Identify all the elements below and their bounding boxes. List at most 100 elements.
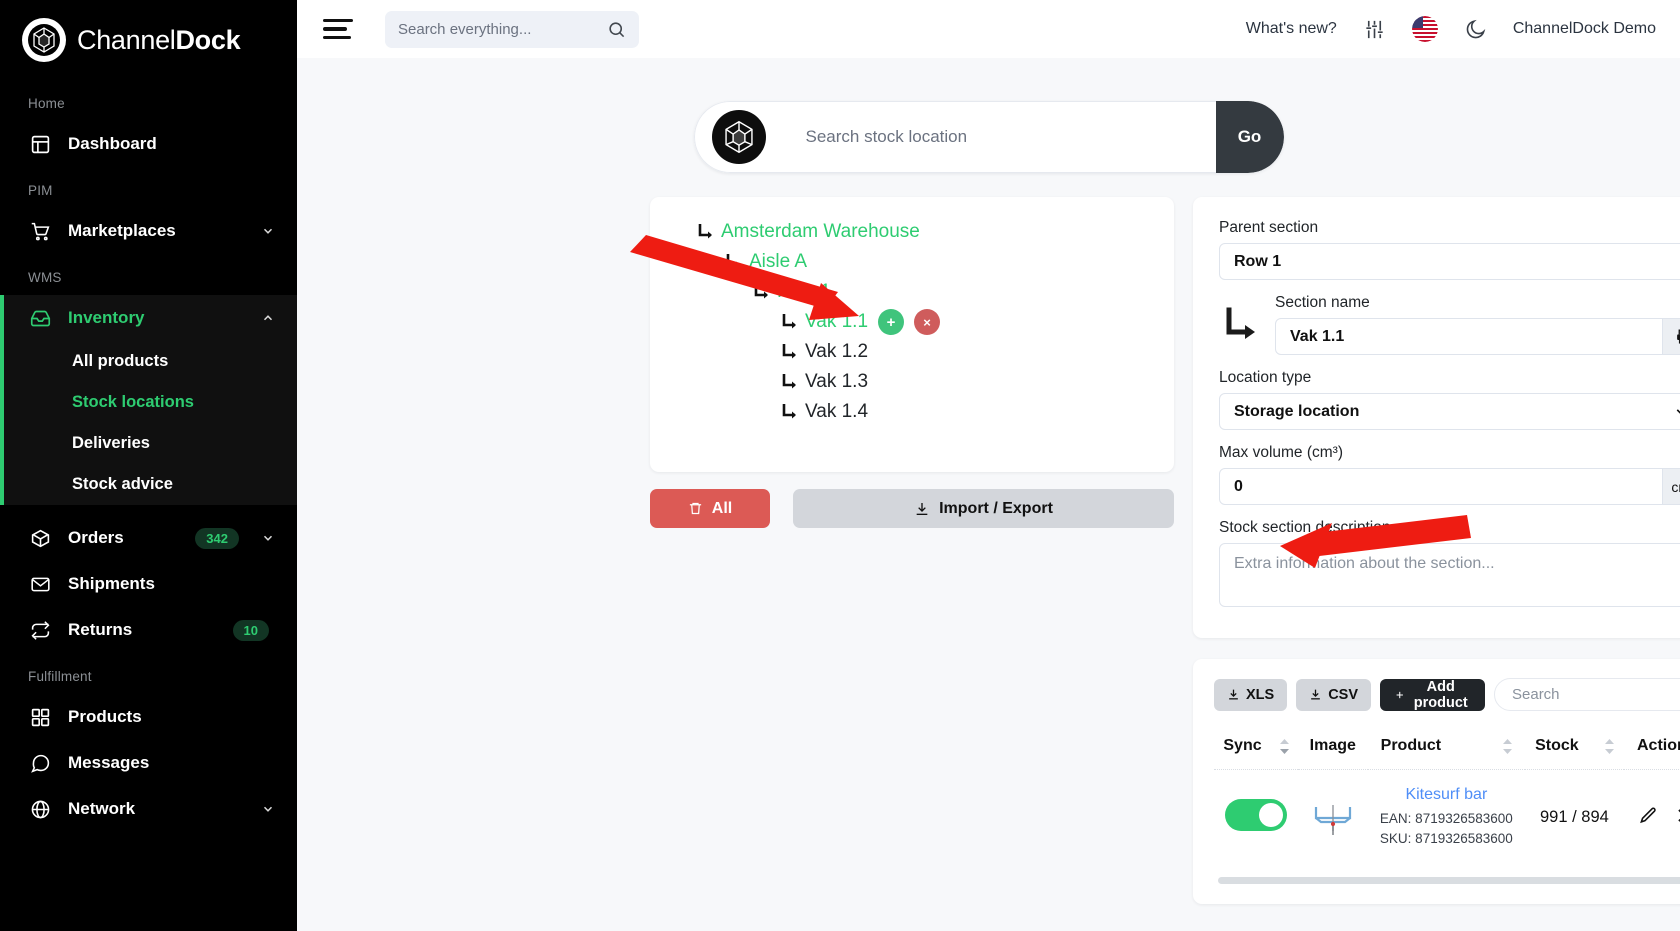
- sliders-icon[interactable]: [1363, 18, 1386, 41]
- tree-node-label[interactable]: Aisle A: [749, 247, 807, 277]
- printer-icon: [1676, 329, 1680, 344]
- add-product-button[interactable]: Add product: [1380, 678, 1485, 711]
- tree-node-label[interactable]: Amsterdam Warehouse: [721, 217, 920, 247]
- max-volume-unit: cm³: [1662, 468, 1680, 505]
- export-xls-label: XLS: [1246, 686, 1275, 703]
- tree-node-vak-1-3[interactable]: Vak 1.3: [672, 367, 1152, 397]
- tree-node-row[interactable]: Row 1: [672, 277, 1152, 307]
- delete-location-button[interactable]: ×: [914, 309, 941, 335]
- column-image-label: Image: [1309, 737, 1356, 754]
- language-flag-icon[interactable]: [1411, 16, 1438, 42]
- stock-search-logo: [693, 101, 784, 173]
- remove-close-icon[interactable]: [1675, 806, 1680, 825]
- delete-all-button[interactable]: All: [650, 489, 770, 528]
- products-search-input[interactable]: [1494, 678, 1680, 711]
- tree-node-label[interactable]: Vak 1.1: [805, 307, 868, 337]
- import-export-label: Import / Export: [939, 499, 1053, 517]
- inbox-icon: [28, 306, 52, 330]
- account-menu[interactable]: ChannelDock Demo: [1513, 20, 1656, 38]
- description-textarea[interactable]: [1219, 543, 1680, 607]
- sidebar-item-orders[interactable]: Orders 342: [0, 515, 297, 561]
- logo-glyph-icon: [28, 24, 60, 56]
- chat-icon: [28, 751, 52, 775]
- sync-toggle[interactable]: [1225, 799, 1287, 831]
- cart-icon: [28, 219, 52, 243]
- product-name-link[interactable]: Kitesurf bar: [1374, 786, 1520, 804]
- channeldock-mark-icon: [712, 110, 766, 164]
- topbar: What's new? ChannelDock Demo: [297, 0, 1680, 58]
- delete-all-label: All: [711, 499, 733, 517]
- sidebar-item-dashboard[interactable]: Dashboard: [0, 121, 297, 167]
- tree-node-label[interactable]: Vak 1.2: [805, 337, 868, 367]
- global-search[interactable]: [385, 10, 639, 48]
- topbar-actions: What's new? ChannelDock Demo: [1246, 16, 1656, 42]
- column-actions: Actions: [1623, 729, 1680, 770]
- go-button[interactable]: Go: [1215, 101, 1284, 173]
- sidebar-item-all-products[interactable]: All products: [4, 341, 297, 382]
- tree-node-vak-1-4[interactable]: Vak 1.4: [672, 397, 1152, 427]
- tree-node-vak-1-1[interactable]: Vak 1.1 + ×: [672, 307, 1152, 337]
- location-type-label: Location type: [1219, 369, 1312, 386]
- right-column: Parent section Section name: [1193, 197, 1680, 904]
- chevron-down-icon: [263, 535, 273, 541]
- sidebar-item-stock-locations[interactable]: Stock locations: [4, 382, 297, 423]
- sidebar-item-products[interactable]: Products: [0, 694, 297, 740]
- export-csv-button[interactable]: CSV: [1296, 678, 1372, 711]
- tree-node-label[interactable]: Vak 1.3: [805, 367, 868, 397]
- tree-node-label[interactable]: Row 1: [777, 277, 831, 307]
- export-xls-button[interactable]: XLS: [1214, 678, 1288, 711]
- tree-node-warehouse[interactable]: Amsterdam Warehouse: [672, 217, 1152, 247]
- whats-new-link[interactable]: What's new?: [1246, 20, 1337, 38]
- brand-logo[interactable]: ChannelDock: [0, 0, 297, 80]
- table-horizontal-scrollbar[interactable]: [1218, 877, 1680, 884]
- column-sync[interactable]: Sync: [1214, 729, 1298, 770]
- dark-mode-moon-icon[interactable]: [1464, 18, 1487, 41]
- parent-section-field: Parent section: [1219, 219, 1680, 280]
- sidebar-item-shipments[interactable]: Shipments: [0, 561, 297, 607]
- cell-stock: 991 / 894: [1525, 770, 1624, 866]
- max-volume-label: Max volume (cm³): [1219, 444, 1344, 461]
- dashboard-icon: [28, 132, 52, 156]
- section-name-label: Section name: [1275, 294, 1370, 311]
- sidebar-item-label: Products: [68, 707, 142, 726]
- tree-node-vak-1-2[interactable]: Vak 1.2: [672, 337, 1152, 367]
- location-type-select[interactable]: [1219, 393, 1680, 430]
- print-label-button[interactable]: [1663, 318, 1680, 355]
- search-input[interactable]: [398, 20, 607, 38]
- sidebar-item-stock-advice[interactable]: Stock advice: [4, 464, 297, 505]
- returns-icon: [28, 618, 52, 642]
- tree-node-aisle[interactable]: Aisle A: [672, 247, 1152, 277]
- orders-badge: 342: [195, 527, 239, 549]
- sidebar-item-network[interactable]: Network: [0, 786, 297, 832]
- table-row: Kitesurf bar EAN: 8719326583600 SKU: 871…: [1214, 770, 1680, 866]
- stock-location-search-input[interactable]: [783, 101, 1216, 173]
- search-icon: [609, 21, 625, 37]
- column-stock[interactable]: Stock: [1525, 729, 1624, 770]
- chevron-down-icon: [263, 806, 273, 812]
- content-columns: Amsterdam Warehouse Aisle A Row 1 Vak 1.…: [297, 173, 1680, 904]
- sidebar-item-deliveries[interactable]: Deliveries: [4, 423, 297, 464]
- sidebar-item-marketplaces[interactable]: Marketplaces: [0, 208, 297, 254]
- max-volume-input[interactable]: [1219, 468, 1663, 505]
- column-product[interactable]: Product: [1367, 729, 1526, 770]
- edit-pencil-icon[interactable]: [1639, 806, 1658, 825]
- menu-toggle-icon[interactable]: [323, 18, 353, 40]
- import-export-button[interactable]: Import / Export: [793, 489, 1174, 528]
- cell-actions: [1624, 770, 1680, 866]
- parent-section-input[interactable]: [1219, 243, 1680, 280]
- sidebar-group-home: Home: [28, 96, 65, 111]
- sidebar-group-fulfillment: Fulfillment: [28, 669, 92, 684]
- cell-sync: [1214, 770, 1298, 866]
- add-sublocation-button[interactable]: +: [878, 309, 905, 335]
- sidebar-item-returns[interactable]: Returns 10: [0, 607, 297, 653]
- channeldock-logo-icon: [22, 18, 66, 62]
- sidebar-group-wms: WMS: [28, 270, 62, 285]
- stock-value: 991 / 894: [1539, 808, 1609, 826]
- globe-icon: [28, 797, 52, 821]
- cell-product: Kitesurf bar EAN: 8719326583600 SKU: 871…: [1368, 770, 1526, 866]
- sidebar-item-messages[interactable]: Messages: [0, 740, 297, 786]
- section-name-input[interactable]: [1275, 318, 1664, 355]
- tree-elbow-icon: [782, 314, 796, 329]
- sidebar-item-inventory[interactable]: Inventory: [4, 295, 297, 341]
- tree-node-label[interactable]: Vak 1.4: [805, 397, 868, 427]
